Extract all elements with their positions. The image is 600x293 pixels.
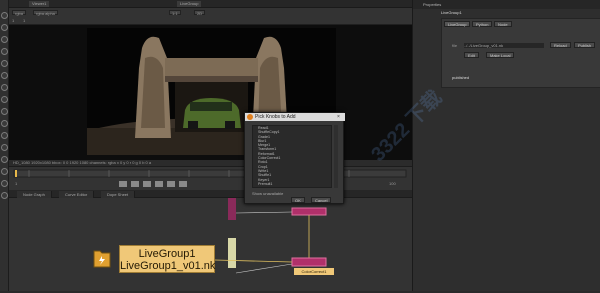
node-graph-tabs: Node Graph Curve Editor Dope Sheet <box>9 190 412 198</box>
tab-node[interactable]: Node <box>494 21 512 27</box>
filter-tool-icon[interactable] <box>1 72 8 79</box>
tab-livegroup-knobs[interactable]: LiveGroup <box>444 21 471 27</box>
plugins-tool-icon[interactable] <box>1 192 8 199</box>
reload-button[interactable]: Reload <box>550 42 571 48</box>
cancel-button[interactable]: Cancel <box>311 197 332 203</box>
pick-knobs-dialog: Pick Knobs to Add × Read1 ShuffleCopy1 G… <box>244 112 345 204</box>
keyer-tool-icon[interactable] <box>1 84 8 91</box>
views-tool-icon[interactable] <box>1 132 8 139</box>
show-unavailable-checkbox[interactable]: Show unavailable <box>252 191 283 196</box>
timeline[interactable]: 1 100 <box>9 166 412 190</box>
file-field[interactable]: ../../LiveGroup_v01.nk <box>464 43 544 48</box>
toolsets-icon[interactable] <box>1 156 8 163</box>
mode-dropdown[interactable]: 2D <box>194 10 206 16</box>
transform-tool-icon[interactable] <box>1 108 8 115</box>
close-icon[interactable]: × <box>337 114 340 120</box>
draw-tool-icon[interactable] <box>1 24 8 31</box>
node-toolbar <box>0 0 9 291</box>
furnace-tool-icon[interactable] <box>1 180 8 187</box>
properties-title: Properties <box>413 0 600 9</box>
viewer-controls: rgba rgba.alpha 1:1 2D 1 1 <box>9 8 412 25</box>
tab-node-graph[interactable]: Node Graph <box>17 191 52 198</box>
zoom-dropdown[interactable]: 1:1 <box>169 10 181 16</box>
livegroup-node-file: LiveGroup1_v01.nk <box>120 260 216 272</box>
end-frame-field[interactable]: 100 <box>389 181 396 186</box>
tab-python[interactable]: Python <box>472 21 493 27</box>
livegroup-node[interactable]: LiveGroup1 LiveGroup1_v01.nk <box>119 245 215 273</box>
knob-list[interactable]: Read1 ShuffleCopy1 Grade1 Blur1 Merge1 T… <box>252 125 332 188</box>
metadata-tool-icon[interactable] <box>1 144 8 151</box>
merge-tool-icon[interactable] <box>1 96 8 103</box>
3d-tool-icon[interactable] <box>1 120 8 127</box>
livegroup-properties: LiveGroup Python Node file ../../LiveGro… <box>441 18 600 88</box>
gain-value[interactable]: 1 <box>23 18 25 23</box>
folder-icon <box>93 246 111 268</box>
proxy-value[interactable]: 1 <box>12 18 14 23</box>
node-graph[interactable]: LiveGroup1 LiveGroup1_v01.nk ColorCorrec… <box>9 198 412 291</box>
list-scrollbar[interactable] <box>334 125 338 188</box>
file-label: file <box>452 43 458 48</box>
status-label: published <box>452 75 470 80</box>
dialog-title: Pick Knobs to Add <box>245 113 345 121</box>
edit-button[interactable]: Edit <box>464 52 479 58</box>
properties-panel: Properties LiveGroup1 LiveGroup Python N… <box>412 0 600 291</box>
tab-livegroup[interactable]: LiveGroup <box>177 1 202 7</box>
timeline-ruler <box>13 169 407 187</box>
channels-dropdown[interactable]: rgba <box>12 10 27 16</box>
livegroup-node-name: LiveGroup1 <box>138 248 196 260</box>
make-local-button[interactable]: Make Local <box>486 52 515 58</box>
channel-tool-icon[interactable] <box>1 48 8 55</box>
node-name-field[interactable]: LiveGroup1 <box>441 10 462 15</box>
tab-viewer[interactable]: Viewer1 <box>29 1 50 7</box>
nuke-logo-icon <box>247 114 253 120</box>
tab-dope-sheet[interactable]: Dope Sheet <box>101 191 136 198</box>
publish-button[interactable]: Publish <box>574 42 596 48</box>
image-tool-icon[interactable] <box>1 12 8 19</box>
other-tool-icon[interactable] <box>1 168 8 175</box>
color-tool-icon[interactable] <box>1 60 8 67</box>
tab-curve-editor[interactable]: Curve Editor <box>59 191 95 198</box>
time-tool-icon[interactable] <box>1 36 8 43</box>
layer-dropdown[interactable]: rgba.alpha <box>33 10 58 16</box>
viewer-area[interactable] <box>9 25 412 160</box>
viewer-tab-bar: Viewer1 LiveGroup <box>9 0 412 8</box>
ok-button[interactable]: OK <box>291 197 305 203</box>
frame-field[interactable]: 1 <box>15 181 17 186</box>
colorcorrect-node[interactable]: ColorCorrect1 <box>294 268 334 275</box>
list-item[interactable]: Premult1 <box>253 182 331 186</box>
